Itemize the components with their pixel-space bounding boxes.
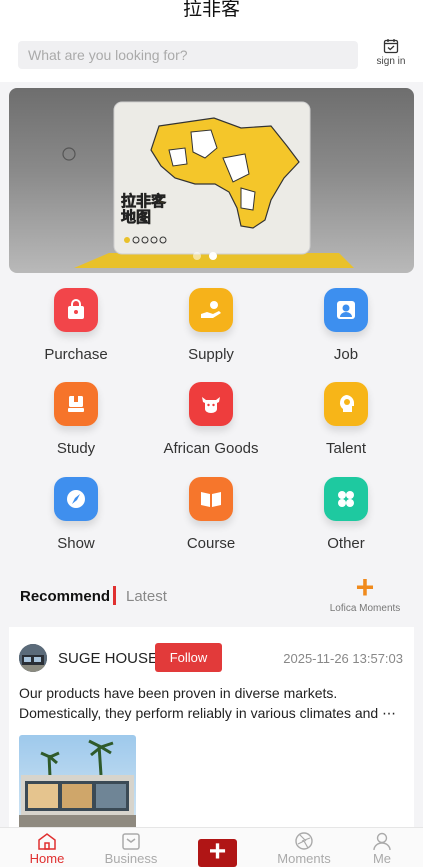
category-label: Job — [333, 346, 359, 363]
avatar[interactable] — [19, 644, 47, 672]
bottom-nav: Home Business + Moments Me — [0, 827, 423, 867]
category-label: Supply — [188, 346, 234, 363]
carousel-indicator — [193, 252, 217, 260]
tab-latest[interactable]: Latest — [126, 588, 167, 605]
person-icon — [373, 832, 391, 850]
nav-business[interactable]: Business — [96, 832, 166, 866]
follow-button[interactable]: Follow — [155, 643, 222, 672]
nav-moments[interactable]: Moments — [269, 832, 339, 866]
banner-text-line2: 地图 — [121, 208, 151, 226]
open-book-icon — [189, 477, 233, 521]
category-purchase[interactable]: Purchase — [16, 288, 136, 363]
nav-home[interactable]: Home — [12, 832, 82, 866]
category-label: African Goods — [163, 440, 259, 457]
category-label: Show — [57, 535, 95, 552]
nav-moments-label: Moments — [277, 851, 331, 866]
category-label: Talent — [325, 440, 367, 457]
supply-hand-icon — [189, 288, 233, 332]
carousel-dot[interactable] — [193, 252, 201, 260]
add-post-button[interactable]: + — [198, 837, 237, 867]
home-icon — [38, 833, 56, 850]
compass-icon — [54, 477, 98, 521]
category-course[interactable]: Course — [151, 477, 271, 552]
banner-carousel[interactable]: 拉非客 地图 — [9, 88, 414, 273]
category-african-goods[interactable]: African Goods — [151, 382, 271, 457]
top-bar: 拉非客 sign in — [0, 0, 423, 82]
category-study[interactable]: Study — [16, 382, 136, 457]
carousel-dot-active[interactable] — [209, 252, 217, 260]
category-label: Study — [56, 440, 96, 457]
person-badge-icon — [324, 288, 368, 332]
category-label: Purchase — [44, 346, 108, 363]
author-name[interactable]: SUGE HOUSE — [58, 650, 158, 667]
calendar-check-icon — [383, 39, 399, 54]
category-job[interactable]: Job — [286, 288, 406, 363]
sign-in-label: sign in — [376, 56, 406, 67]
category-other[interactable]: Other — [286, 477, 406, 552]
post-image[interactable] — [19, 735, 136, 837]
nav-business-label: Business — [104, 851, 158, 866]
lofica-moments-button[interactable]: + Lofica Moments — [325, 569, 405, 614]
feed-tab-bar: Recommend Latest + Lofica Moments — [0, 569, 423, 624]
category-talent[interactable]: Talent — [286, 382, 406, 457]
tab-divider — [113, 586, 116, 605]
category-label: Course — [186, 535, 236, 552]
category-label: Other — [327, 535, 365, 552]
nav-me[interactable]: Me — [347, 832, 417, 866]
search-box[interactable] — [18, 41, 358, 69]
nav-me-label: Me — [372, 851, 392, 866]
search-input[interactable] — [28, 47, 358, 63]
moments-link-label: Lofica Moments — [329, 603, 401, 614]
cow-icon — [189, 382, 233, 426]
category-show[interactable]: Show — [16, 477, 136, 552]
aperture-icon — [295, 832, 313, 850]
tab-recommend[interactable]: Recommend — [20, 588, 110, 605]
post-text[interactable]: Our products have been proven in diverse… — [19, 683, 404, 723]
book-stack-icon — [54, 382, 98, 426]
africa-map-image: 拉非客 地图 — [62, 101, 354, 268]
category-supply[interactable]: Supply — [151, 288, 271, 363]
head-idea-icon — [324, 382, 368, 426]
sign-in-button[interactable]: sign in — [373, 38, 409, 72]
four-dots-icon — [324, 477, 368, 521]
app-title: 拉非客 — [182, 0, 240, 20]
business-icon — [122, 833, 140, 850]
plus-icon: + — [355, 569, 375, 605]
shopping-bag-icon — [54, 288, 98, 332]
post-timestamp: 2025-11-26 13:57:03 — [283, 651, 403, 666]
nav-home-label: Home — [29, 851, 65, 866]
post-card[interactable]: SUGE HOUSE Follow 2025-11-26 13:57:03 Ou… — [9, 627, 414, 837]
